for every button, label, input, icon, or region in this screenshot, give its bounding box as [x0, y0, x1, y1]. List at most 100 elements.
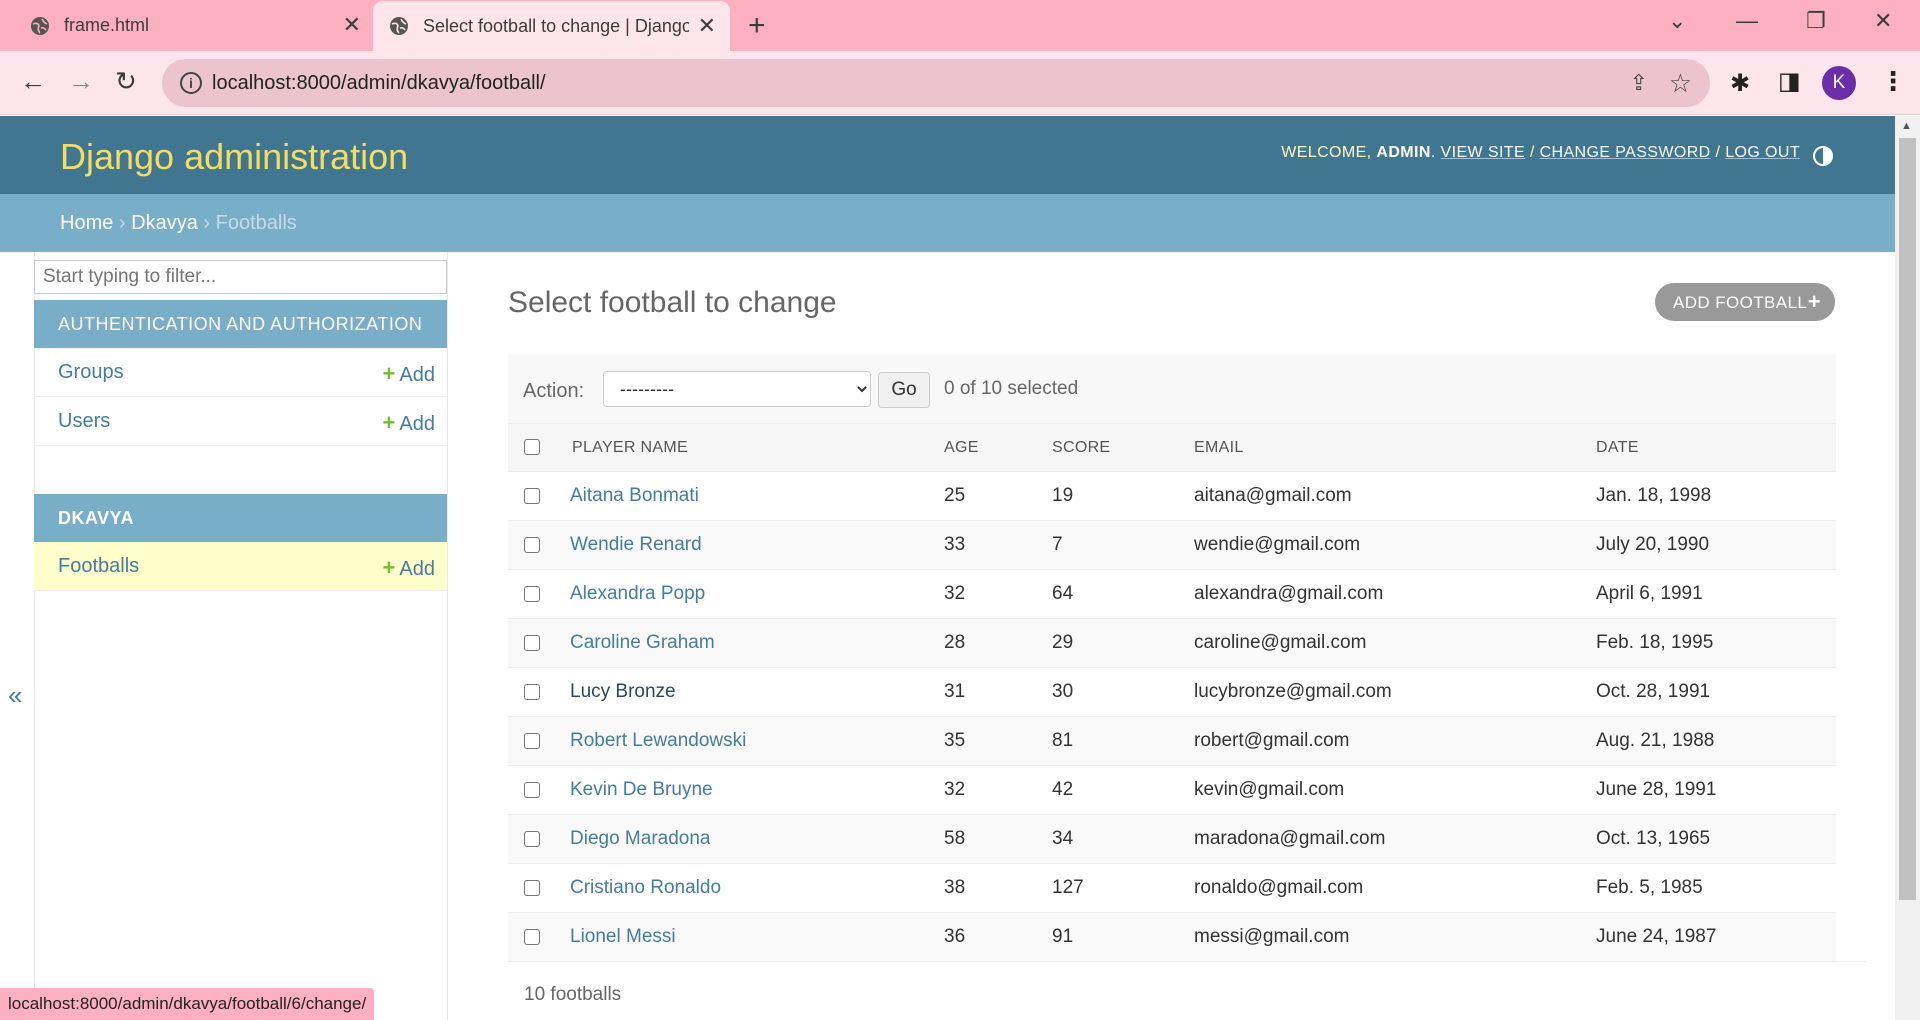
- score-cell: 81: [1052, 716, 1194, 766]
- url-text[interactable]: localhost:8000/admin/dkavya/football/: [212, 72, 546, 95]
- site-branding[interactable]: Django administration: [60, 136, 408, 178]
- window-close-icon[interactable]: ✕: [1874, 8, 1892, 34]
- log-out-link[interactable]: LOG OUT: [1725, 144, 1800, 161]
- table-row: Diego Maradona 58 34 maradona@gmail.com Oct.…: [508, 814, 1836, 864]
- side-panel-icon[interactable]: ◨: [1778, 67, 1801, 96]
- row-checkbox[interactable]: [524, 487, 540, 504]
- date-cell: June 24, 1987: [1596, 912, 1836, 962]
- tab-title: frame.html: [64, 15, 150, 35]
- score-cell: 64: [1052, 569, 1194, 619]
- column-header-age[interactable]: AGE: [944, 423, 1052, 472]
- row-select-cell: [508, 618, 570, 668]
- age-cell: 35: [944, 716, 1052, 766]
- forward-icon[interactable]: →: [68, 67, 94, 95]
- row-checkbox[interactable]: [524, 928, 540, 945]
- row-checkbox[interactable]: [524, 634, 540, 651]
- row-checkbox[interactable]: [524, 732, 540, 749]
- sidebar-item-label[interactable]: Users: [58, 410, 110, 433]
- column-header-date[interactable]: DATE: [1596, 423, 1836, 472]
- extensions-icon[interactable]: ✱: [1730, 69, 1750, 98]
- score-cell: 30: [1052, 667, 1194, 717]
- email-cell: robert@gmail.com: [1194, 716, 1596, 766]
- new-tab-icon[interactable]: +: [748, 9, 766, 43]
- browser-menu-icon[interactable]: ⋮: [1880, 66, 1906, 97]
- table-row: Lionel Messi 36 91 messi@gmail.com June 24, …: [508, 912, 1836, 962]
- change-password-link[interactable]: CHANGE PASSWORD: [1540, 144, 1711, 161]
- breadcrumb-home[interactable]: Home: [60, 212, 113, 234]
- player-name-link[interactable]: Kevin De Bruyne: [570, 779, 713, 800]
- sidebar-item-label[interactable]: Groups: [58, 361, 124, 384]
- profile-avatar[interactable]: K: [1822, 66, 1856, 100]
- close-icon[interactable]: ✕: [698, 15, 716, 37]
- theme-toggle-icon[interactable]: [1813, 146, 1833, 166]
- row-checkbox[interactable]: [524, 683, 540, 700]
- column-header-score[interactable]: SCORE: [1052, 423, 1194, 472]
- sidebar-filter-input[interactable]: [34, 260, 447, 294]
- player-name-link[interactable]: Aitana Bonmati: [570, 485, 699, 506]
- player-name-link[interactable]: Lionel Messi: [570, 926, 676, 947]
- go-button[interactable]: Go: [878, 372, 930, 408]
- restore-icon[interactable]: ❐: [1806, 8, 1826, 34]
- globe-icon: [390, 17, 408, 35]
- select-all-checkbox[interactable]: [524, 439, 540, 456]
- column-header-player-name[interactable]: PLAYER NAME: [570, 423, 944, 472]
- nav-sidebar: AUTHENTICATION AND AUTHORIZATION Groups …: [34, 252, 448, 1020]
- column-header-email[interactable]: EMAIL: [1194, 423, 1596, 472]
- player-name-link[interactable]: Lucy Bronze: [570, 681, 676, 702]
- player-name-link[interactable]: Diego Maradona: [570, 828, 710, 849]
- tab-search-icon[interactable]: ⌄: [1668, 8, 1686, 34]
- date-cell: April 6, 1991: [1596, 569, 1836, 619]
- address-bar[interactable]: i localhost:8000/admin/dkavya/football/ …: [162, 59, 1710, 107]
- browser-tab-frame[interactable]: frame.html ✕: [30, 0, 375, 51]
- player-name-link[interactable]: Caroline Graham: [570, 632, 715, 653]
- date-cell: Jan. 18, 1998: [1596, 471, 1836, 521]
- player-name-link[interactable]: Wendie Renard: [570, 534, 702, 555]
- back-icon[interactable]: ←: [20, 67, 46, 95]
- date-cell: June 28, 1991: [1596, 765, 1836, 815]
- table-row: Alexandra Popp 32 64 alexandra@gmail.com Apr…: [508, 569, 1836, 619]
- table-row: Cristiano Ronaldo 38 127 ronaldo@gmail.com F…: [508, 863, 1836, 913]
- email-cell: maradona@gmail.com: [1194, 814, 1596, 864]
- player-name-link[interactable]: Robert Lewandowski: [570, 730, 746, 751]
- reload-icon[interactable]: ↻: [115, 67, 137, 95]
- row-checkbox[interactable]: [524, 781, 540, 798]
- player-name-cell: Lionel Messi: [570, 912, 944, 962]
- date-cell: Oct. 13, 1965: [1596, 814, 1836, 864]
- scrollbar-thumb[interactable]: [1899, 138, 1916, 900]
- page-scrollbar[interactable]: ▲: [1895, 116, 1920, 1020]
- row-checkbox[interactable]: [524, 585, 540, 602]
- row-checkbox[interactable]: [524, 830, 540, 847]
- plus-icon: +: [382, 410, 396, 435]
- action-select[interactable]: ---------: [603, 371, 871, 407]
- module-caption-dkavya[interactable]: DKAVYA: [34, 494, 447, 542]
- score-cell: 29: [1052, 618, 1194, 668]
- row-checkbox[interactable]: [524, 536, 540, 553]
- add-footballs-link[interactable]: + Add: [383, 555, 435, 581]
- selection-counter: 0 of 10 selected: [944, 378, 1079, 399]
- row-select-cell: [508, 471, 570, 521]
- browser-tab-active[interactable]: Select football to change | Django site …: [373, 1, 730, 51]
- player-name-link[interactable]: Alexandra Popp: [570, 583, 705, 604]
- row-checkbox[interactable]: [524, 879, 540, 896]
- sidebar-item-label[interactable]: Footballs: [58, 555, 139, 578]
- sidebar-collapse-toggle[interactable]: «: [8, 680, 22, 711]
- add-groups-link[interactable]: + Add: [383, 361, 435, 387]
- add-football-button[interactable]: ADD FOOTBALL +: [1655, 283, 1835, 321]
- minimize-icon[interactable]: —: [1736, 8, 1758, 34]
- breadcrumb-current: Footballs: [215, 212, 297, 234]
- share-icon[interactable]: ⇪: [1630, 70, 1648, 96]
- result-list: PLAYER NAME AGE SCORE EMAIL DATE Aitana …: [508, 423, 1836, 962]
- module-caption-auth[interactable]: AUTHENTICATION AND AUTHORIZATION: [34, 300, 447, 348]
- view-site-link[interactable]: VIEW SITE: [1441, 144, 1526, 161]
- bookmark-star-icon[interactable]: ☆: [1669, 68, 1692, 99]
- add-users-link[interactable]: + Add: [383, 410, 435, 436]
- email-cell: caroline@gmail.com: [1194, 618, 1596, 668]
- table-row: Lucy Bronze 31 30 lucybronze@gmail.com Oct. …: [508, 667, 1836, 717]
- breadcrumb-app[interactable]: Dkavya: [131, 212, 198, 234]
- info-icon[interactable]: i: [180, 72, 202, 94]
- player-name-link[interactable]: Cristiano Ronaldo: [570, 877, 721, 898]
- score-cell: 34: [1052, 814, 1194, 864]
- date-cell: Aug. 21, 1988: [1596, 716, 1836, 766]
- scroll-up-icon[interactable]: ▲: [1901, 120, 1912, 132]
- close-icon[interactable]: ✕: [343, 14, 361, 36]
